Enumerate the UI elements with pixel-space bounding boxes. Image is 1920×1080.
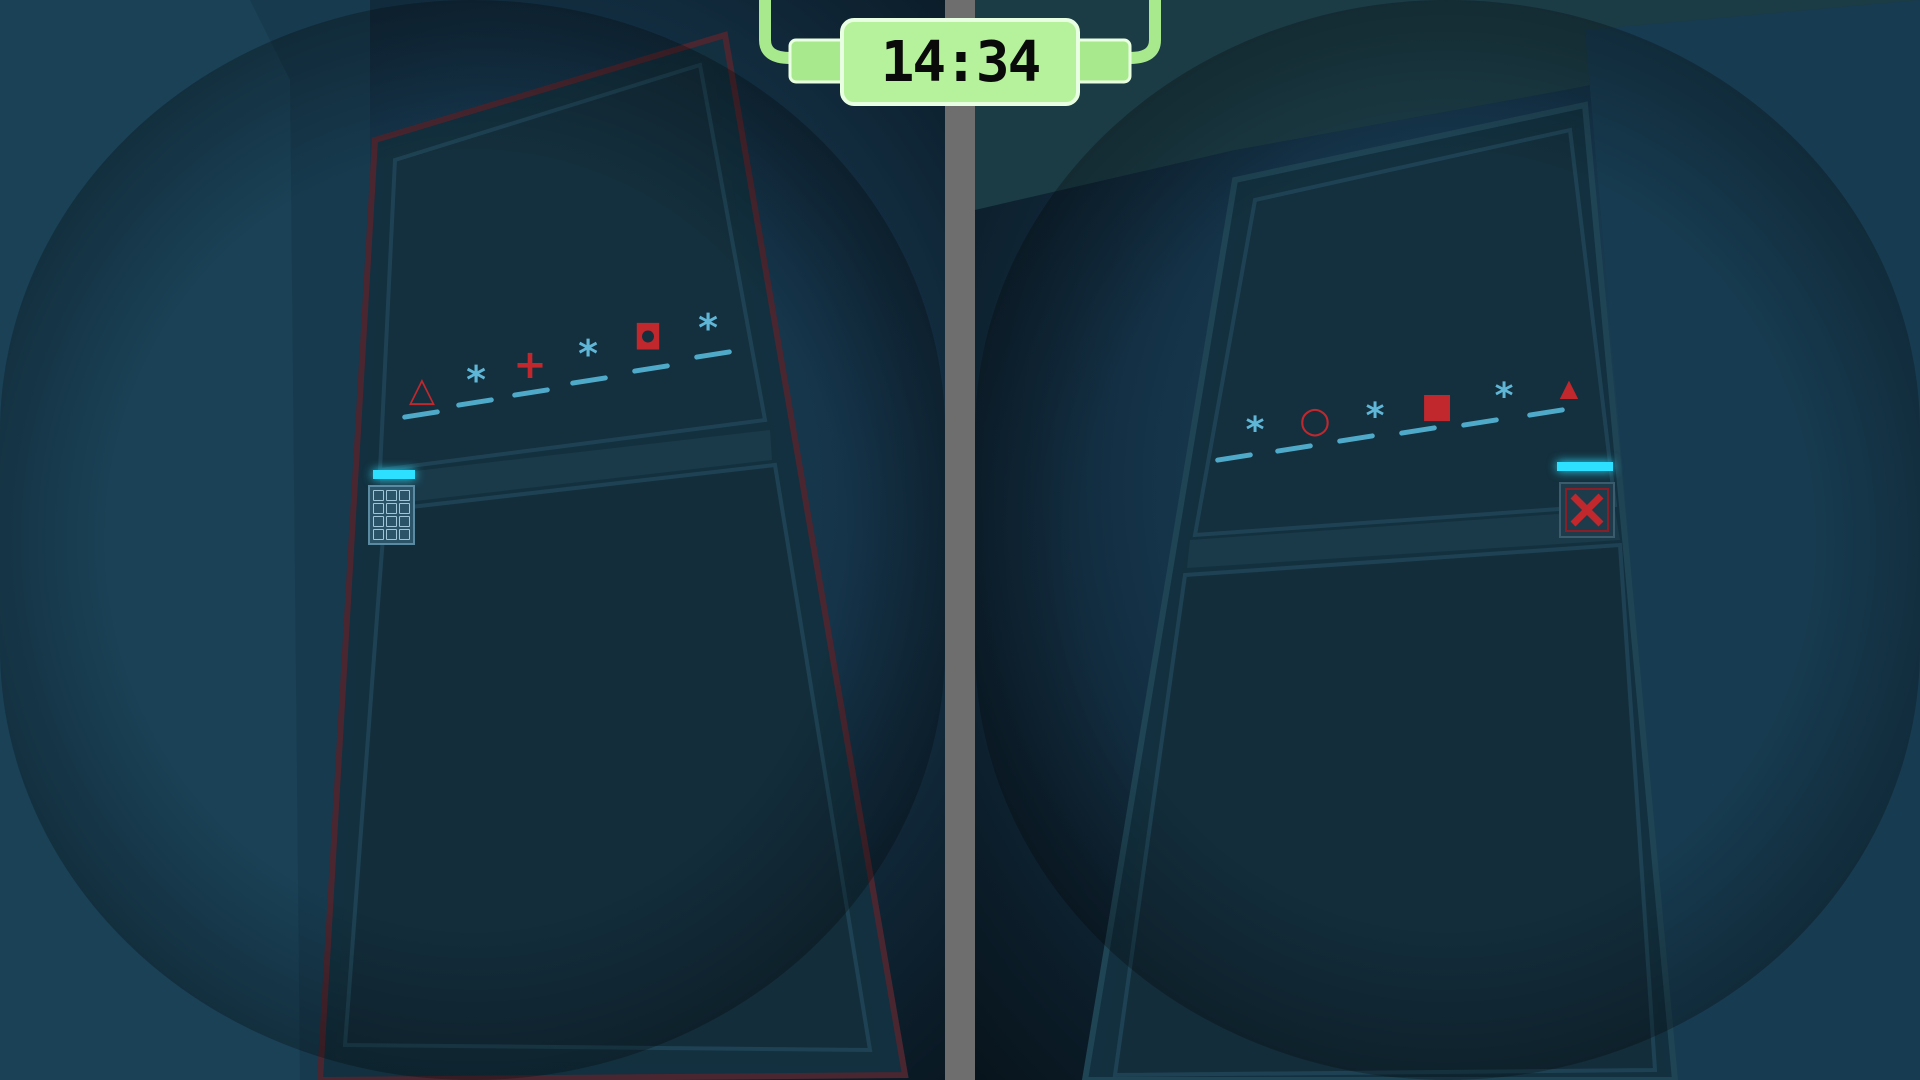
- countdown-timer: 14:34: [840, 18, 1080, 106]
- right-status-light: [1557, 462, 1613, 471]
- right-symbol-1: *: [1245, 410, 1265, 451]
- timer-text: 14:34: [880, 29, 1042, 95]
- left-door: [0, 0, 909, 1080]
- right-door: [975, 0, 1920, 1080]
- right-symbol-2: ○: [1299, 400, 1331, 441]
- left-player-view: △ * + * ◘ *: [0, 0, 945, 1080]
- left-symbol-2: *: [466, 358, 486, 402]
- keypad-icon[interactable]: [368, 485, 415, 545]
- right-symbol-3: *: [1365, 396, 1385, 437]
- right-symbol-4: ■: [1420, 386, 1454, 426]
- right-symbol-5: *: [1494, 376, 1514, 417]
- left-symbol-3: +: [513, 342, 547, 388]
- left-symbol-6: *: [698, 306, 718, 350]
- left-status-light: [373, 470, 415, 479]
- split-screen-divider: [945, 0, 975, 1080]
- red-x-icon: [1565, 488, 1609, 532]
- right-symbol-6: ▲: [1559, 374, 1579, 402]
- left-symbol-5: ◘: [633, 318, 663, 358]
- right-player-view: * ○ * ■ * ▲: [975, 0, 1920, 1080]
- right-lock-panel[interactable]: [1559, 482, 1615, 538]
- left-symbol-1: △: [408, 370, 436, 410]
- left-symbol-4: *: [578, 332, 598, 376]
